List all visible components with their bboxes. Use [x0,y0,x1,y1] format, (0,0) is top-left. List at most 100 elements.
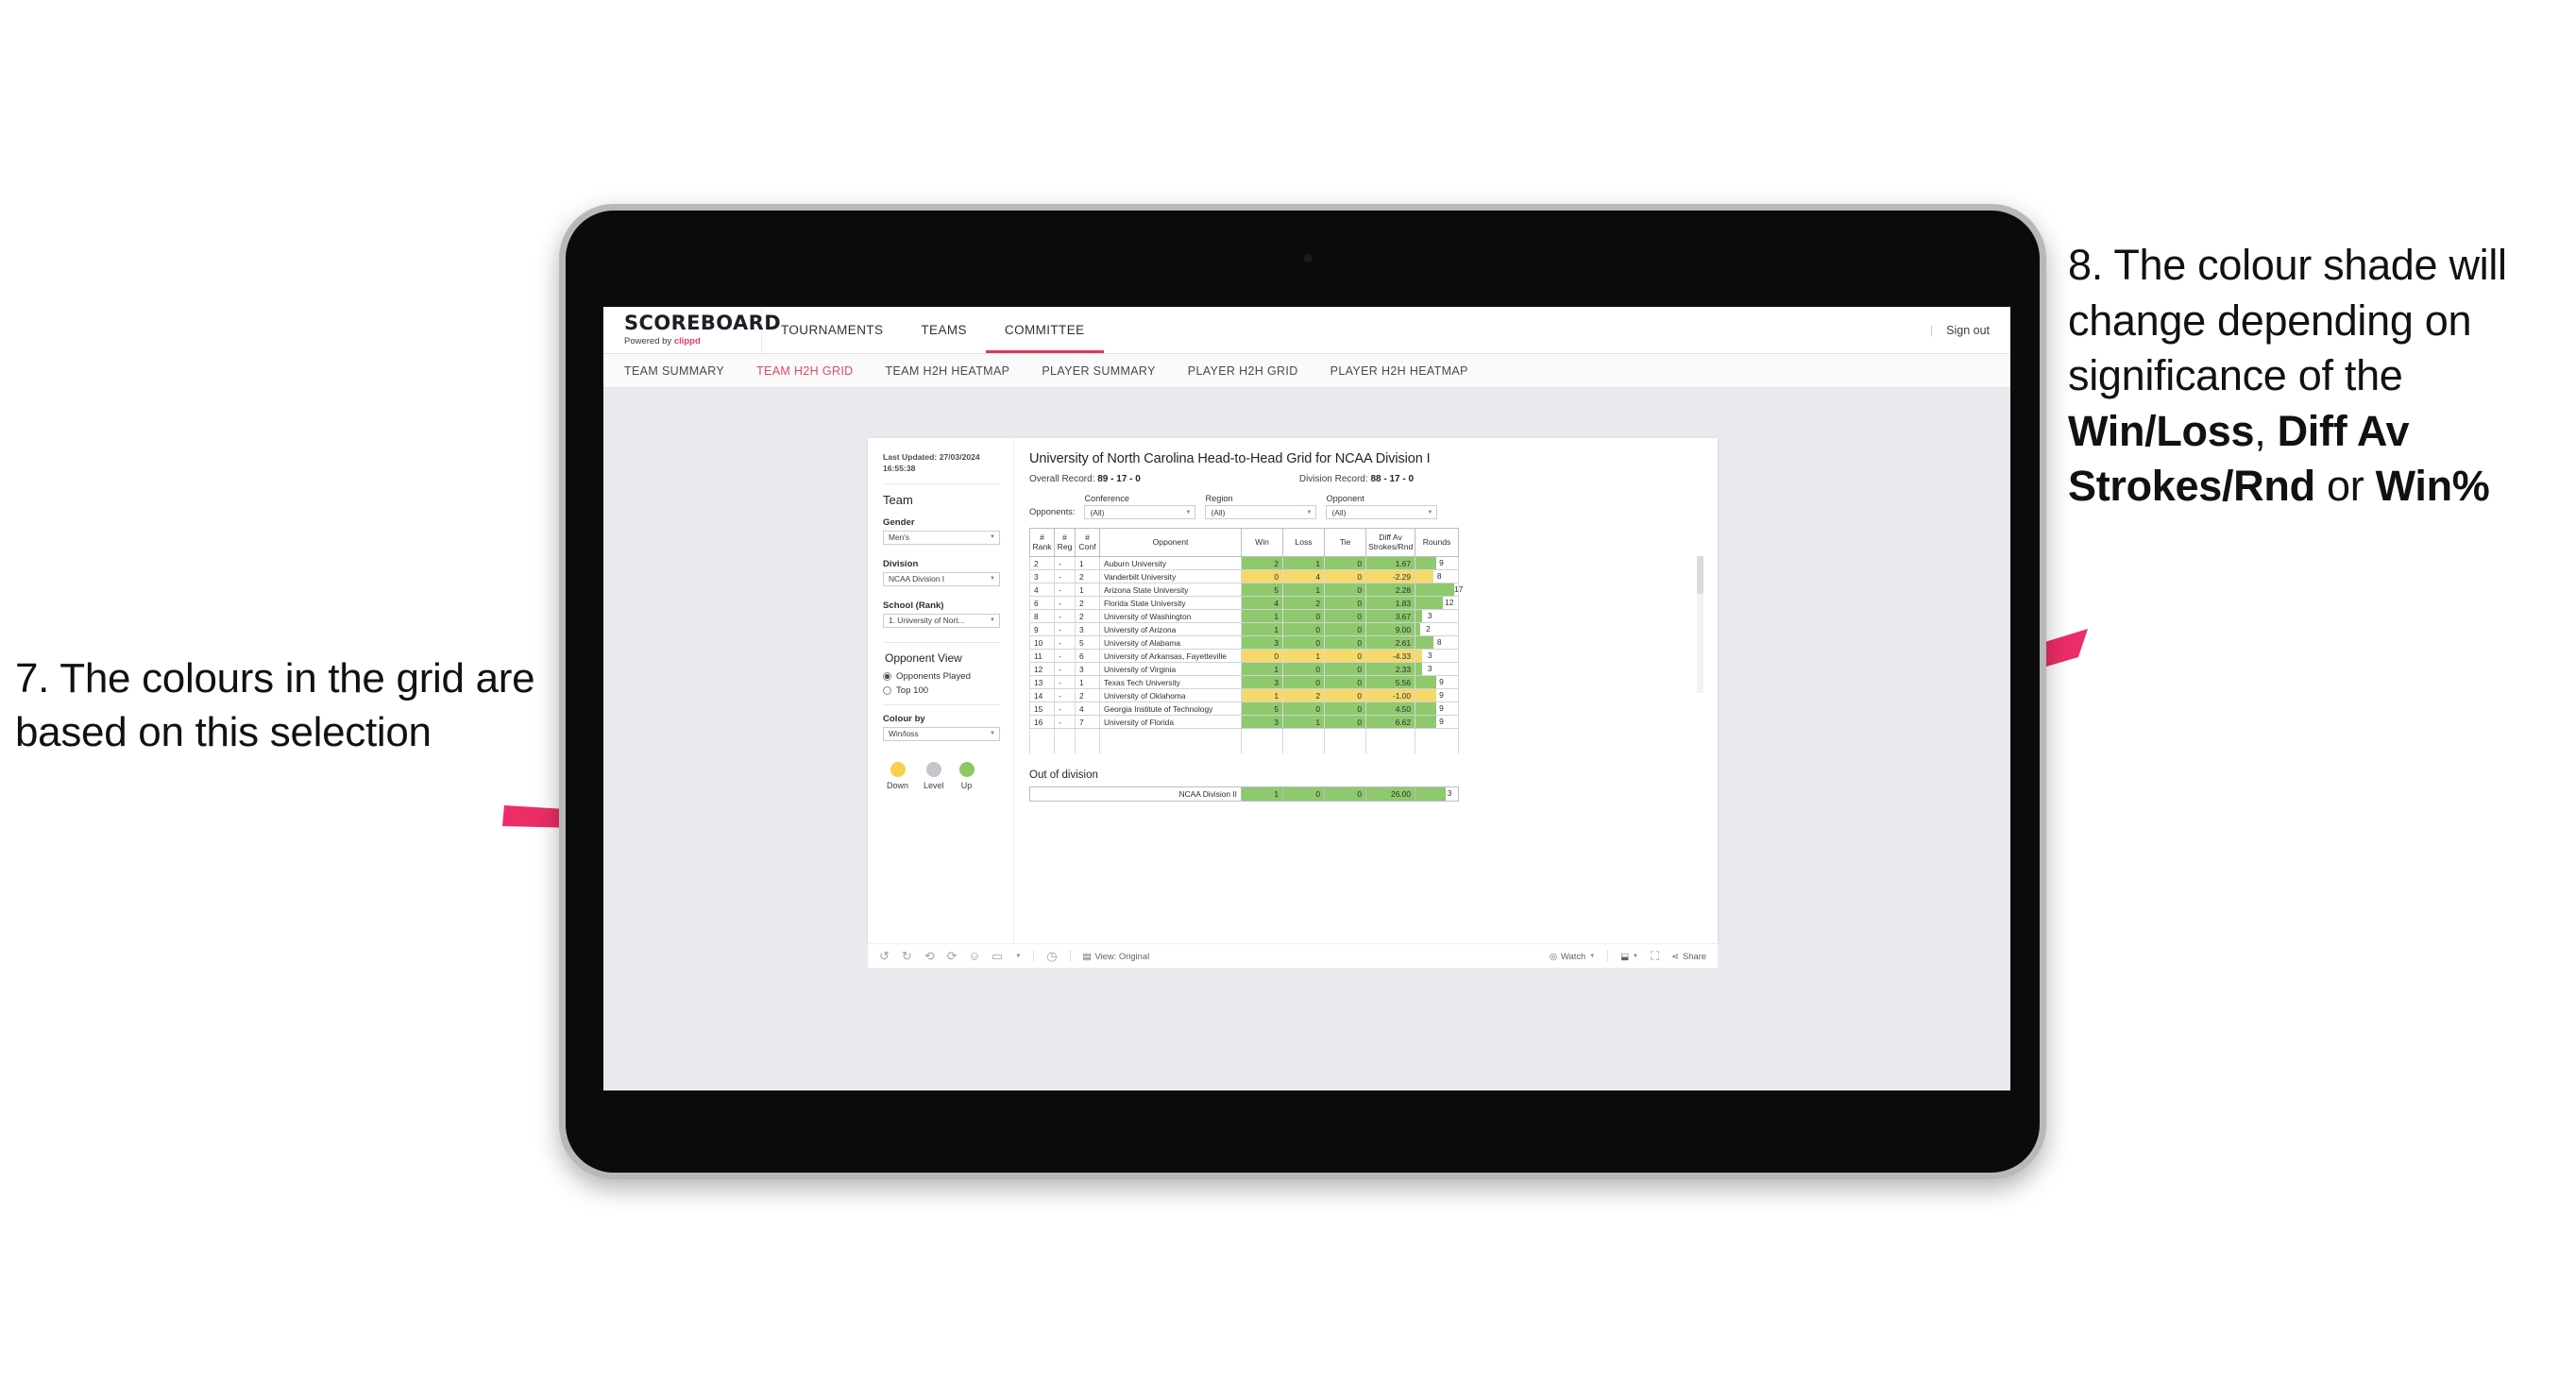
undo-icon[interactable]: ↺ [879,949,890,964]
tab-player-h2h-grid[interactable]: PLAYER H2H GRID [1188,364,1298,378]
redo-icon[interactable]: ↻ [902,949,912,964]
col-conf[interactable]: # Conf [1075,528,1100,557]
filter-region-select[interactable]: (All) ▼ [1205,505,1317,519]
tab-player-h2h-heatmap[interactable]: PLAYER H2H HEATMAP [1330,364,1468,378]
chevron-down-icon[interactable]: ▼ [1015,954,1021,959]
cell-rounds: 3 [1415,609,1459,623]
app-logo[interactable]: SCOREBOARD Powered by clippd [603,307,781,353]
share-label: Share [1682,951,1706,961]
legend-item-up: Up [958,761,974,790]
opponent-filters: Opponents: Conference (All) ▼ Region (Al… [1029,494,1703,519]
view-label: View: Original [1094,951,1150,961]
cell-rank: 14 [1029,688,1055,702]
watch-label: Watch [1561,951,1586,961]
h2h-table: # Rank # Reg # Conf Opponent Win Loss Tie D… [1029,528,1463,753]
cell-rounds: 3 [1415,662,1459,676]
table-vertical-scrollbar[interactable] [1697,556,1703,693]
table-row: 11-6 University of Arkansas, Fayetteville… [1029,649,1459,663]
cell-win: 1 [1241,622,1283,636]
gender-select[interactable]: Men's ▼ [883,530,1000,545]
cell-tie: 0 [1324,675,1366,689]
cell-rounds: 8 [1415,569,1459,583]
cell-conf: 1 [1075,583,1100,597]
cell-rounds: 2 [1415,622,1459,636]
radio-opponents-played[interactable]: Opponents Played [883,671,1000,682]
colour-by-select[interactable]: Win/loss ▼ [883,726,1000,741]
table-row: 3-2 Vanderbilt University 0 4 0 -2.29 8 [1029,569,1459,583]
cell-reg: - [1054,715,1076,729]
ood-win: 1 [1241,786,1283,802]
division-record-label: Division Record: [1298,474,1368,484]
refresh-icon[interactable]: ⟳ [947,949,958,964]
filter-conference-select[interactable]: (All) ▼ [1084,505,1196,519]
cell-opponent: University of Arizona [1099,622,1242,636]
colour-by-field: Colour by Win/loss ▼ [883,714,1000,741]
watch-button[interactable]: ◎ Watch ▼ [1550,951,1595,962]
cell-conf: 3 [1075,662,1100,676]
revert-icon[interactable]: ⟲ [924,949,935,964]
view-original-button[interactable]: ▤ View: Original [1083,951,1150,962]
chevron-down-icon: ▼ [1427,509,1433,516]
annotation-left-text: The colours in the grid are based on thi… [15,655,535,756]
h2h-table-head: # Rank # Reg # Conf Opponent Win Loss Tie D… [1029,528,1459,557]
cell-conf: 2 [1075,688,1100,702]
cell-reg: - [1054,609,1076,623]
radio-top-100[interactable]: Top 100 [883,685,1000,696]
cell-loss: 2 [1282,596,1325,610]
cell-tie: 0 [1324,583,1366,597]
fullscreen-icon[interactable]: ⛶ [1651,949,1659,964]
custom-view-icon[interactable]: ▭ [991,949,1003,964]
logo-subtext: Powered by clippd [624,336,761,346]
tab-team-h2h-heatmap[interactable]: TEAM H2H HEATMAP [886,364,1010,378]
cell-conf: 4 [1075,701,1100,716]
ood-rounds: 3 [1415,786,1459,802]
school-select[interactable]: 1. University of Nort... ▼ [883,613,1000,628]
legend-label-level: Level [924,780,944,790]
division-select[interactable]: NCAA Division I ▼ [883,571,1000,586]
cell-win: 3 [1241,675,1283,689]
cell-diff: 2.33 [1365,662,1415,676]
col-tie[interactable]: Tie [1324,528,1366,557]
col-reg[interactable]: # Reg [1054,528,1076,557]
tab-player-summary[interactable]: PLAYER SUMMARY [1042,364,1155,378]
nav-item-teams[interactable]: TEAMS [902,307,986,353]
viz-sidebar: Last Updated: 27/03/2024 16:55:38 Team G… [868,438,1014,943]
table-row: 14-2 University of Oklahoma 1 2 0 -1.00 9 [1029,688,1459,702]
table-row: NCAA Division II 1 0 0 26.00 3 [1029,786,1459,802]
cell-diff: 4.50 [1365,701,1415,716]
pause-icon[interactable]: ⎉ [970,949,979,964]
cell-diff: -2.29 [1365,569,1415,583]
cell-rounds: 8 [1415,635,1459,650]
cell-win: 5 [1241,583,1283,597]
radio-icon-selected [883,671,891,681]
annotation-left: 7. The colours in the grid are based on … [15,651,544,759]
share-button[interactable]: ⋖ Share [1671,951,1706,962]
nav-item-committee[interactable]: COMMITTEE [985,307,1104,353]
scrollbar-thumb[interactable] [1697,556,1703,594]
cell-rounds: 9 [1415,675,1459,689]
col-loss[interactable]: Loss [1282,528,1325,557]
col-rank[interactable]: # Rank [1029,528,1055,557]
tab-team-summary[interactable]: TEAM SUMMARY [624,364,724,378]
alerts-icon[interactable]: ◷ [1046,949,1057,964]
col-opponent[interactable]: Opponent [1099,528,1242,557]
annotation-left-number: 7. [15,655,50,701]
last-updated-label: Last Updated: [883,452,938,462]
ood-loss: 0 [1282,786,1325,802]
cell-win: 4 [1241,596,1283,610]
chevron-down-icon: ▼ [1589,953,1596,959]
col-rounds[interactable]: Rounds [1415,528,1459,557]
tab-team-h2h-grid[interactable]: TEAM H2H GRID [756,364,853,378]
toolbar-divider-1 [1033,950,1035,962]
filter-opponent-select[interactable]: (All) ▼ [1326,505,1438,519]
cell-opponent: University of Florida [1099,715,1242,729]
cell-rounds: 17 [1415,583,1463,597]
col-diff[interactable]: Diff Av Strokes/Rnd [1365,528,1415,557]
download-button[interactable]: ⬓ ▼ [1620,951,1638,962]
nav-item-tournaments[interactable]: TOURNAMENTS [762,307,902,353]
legend-dot-level [925,761,941,777]
table-row: 16-7 University of Florida 3 1 0 6.62 9 [1029,715,1459,729]
logo-sub-prefix: Powered by [624,336,674,346]
sign-out-link[interactable]: Sign out [1946,324,1990,337]
col-win[interactable]: Win [1241,528,1283,557]
